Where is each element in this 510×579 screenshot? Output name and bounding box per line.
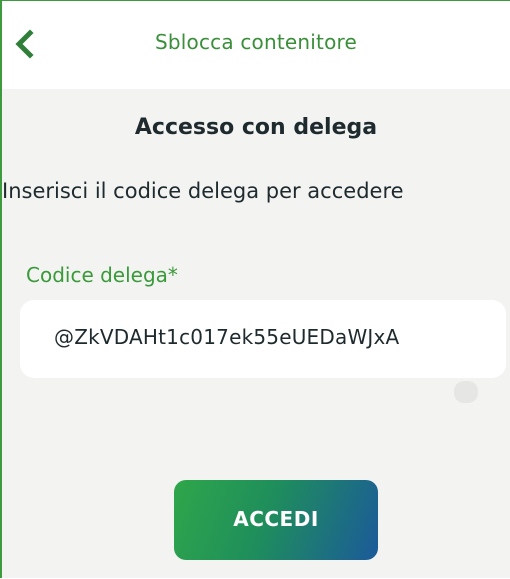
delegation-code-value: @ZkVDAHt1c017ek55eUEDaWJxA	[54, 325, 400, 349]
top-bar: Sblocca contenitore	[2, 1, 510, 89]
accedi-button[interactable]: ACCEDI	[174, 480, 378, 560]
section-title: Accesso con delega	[134, 115, 378, 140]
field-decoration	[454, 381, 478, 403]
instructions-text: Inserisci il codice delega per accedere	[2, 179, 404, 203]
accedi-button-label: ACCEDI	[233, 507, 319, 531]
delegation-code-field[interactable]: @ZkVDAHt1c017ek55eUEDaWJxA	[20, 300, 506, 378]
main-content: Accesso con delega Inserisci il codice d…	[2, 89, 510, 578]
page-title: Sblocca contenitore	[154, 30, 358, 54]
app-screen: Sblocca contenitore Accesso con delega I…	[0, 0, 510, 578]
delegation-code-label: Codice delega*	[26, 263, 178, 287]
